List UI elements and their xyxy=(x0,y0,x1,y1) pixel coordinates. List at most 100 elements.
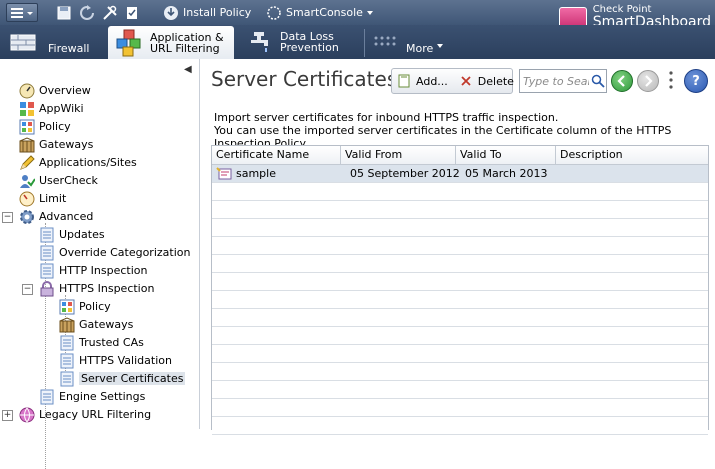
more-dots-icon xyxy=(374,36,396,46)
search-previous-button[interactable] xyxy=(611,70,633,92)
smartconsole-label: SmartConsole xyxy=(286,6,363,19)
collapse-advanced-toggle[interactable]: − xyxy=(2,212,13,223)
column-header-valid-from[interactable]: Valid From xyxy=(341,146,456,164)
tree-item-server-certificates[interactable]: Server Certificates xyxy=(59,370,186,387)
column-header-description[interactable]: Description xyxy=(556,146,708,164)
install-policy-button[interactable]: Install Policy xyxy=(163,3,251,22)
collapse-https-inspection-toggle[interactable]: − xyxy=(22,284,33,295)
tree-item-label: Trusted CAs xyxy=(79,336,144,349)
table-row xyxy=(212,273,708,291)
tree-item-https-inspection[interactable]: HTTPS Inspection xyxy=(39,280,154,297)
help-icon[interactable]: ? xyxy=(684,69,708,93)
add-button-label: Add... xyxy=(416,74,448,88)
arrow-left-icon xyxy=(617,75,625,87)
verify-button[interactable] xyxy=(124,3,140,22)
tree-item-label: Policy xyxy=(39,120,71,133)
refresh-button[interactable] xyxy=(79,3,95,22)
cell-valid-to: 05 March 2013 xyxy=(465,167,548,180)
install-icon xyxy=(164,5,178,20)
table-row xyxy=(212,291,708,309)
gateway-icon xyxy=(19,136,35,152)
table-row xyxy=(212,381,708,399)
policy-icon xyxy=(59,299,75,314)
chevron-down-icon xyxy=(437,44,444,48)
tab-application-url-filtering[interactable]: Application & URL Filtering xyxy=(108,26,234,60)
chevron-down-icon xyxy=(366,10,373,15)
tree-item-legacy-url-filtering[interactable]: Legacy URL Filtering xyxy=(19,406,151,423)
tab-data-loss-prevention[interactable]: Data Loss Prevention xyxy=(248,25,358,59)
column-header-valid-to[interactable]: Valid To xyxy=(456,146,556,164)
search-next-button[interactable] xyxy=(637,70,659,92)
tree-item-override-categorization[interactable]: Override Categorization xyxy=(39,244,190,261)
overview-icon xyxy=(19,83,35,98)
tree-item-updates[interactable]: Updates xyxy=(39,226,105,243)
cell-description xyxy=(561,165,565,183)
tree-item-advanced[interactable]: Advanced xyxy=(19,208,93,225)
search-box xyxy=(519,69,607,93)
delete-x-icon xyxy=(461,76,471,86)
page-title: Server Certificates xyxy=(211,67,398,91)
navigation-tree: ◀ Overview AppWiki Policy Gateways Appli… xyxy=(0,59,200,469)
lock-icon xyxy=(40,280,54,296)
save-button[interactable] xyxy=(56,3,72,22)
smartconsole-menu[interactable]: SmartConsole xyxy=(266,3,374,22)
tree-item-label: Policy xyxy=(79,300,111,313)
tree-item-limit[interactable]: Limit xyxy=(19,190,66,207)
tab-more[interactable]: More xyxy=(372,25,452,59)
tools-button[interactable] xyxy=(102,3,118,22)
table-row xyxy=(212,219,708,237)
tree-item-trusted-cas[interactable]: Trusted CAs xyxy=(59,334,144,351)
usercheck-icon xyxy=(20,174,35,188)
arrow-right-icon xyxy=(645,75,653,87)
table-row xyxy=(212,417,708,435)
gauge-icon xyxy=(19,191,35,206)
table-row xyxy=(212,183,708,201)
add-button[interactable]: Add... xyxy=(392,70,454,92)
tree-item-usercheck[interactable]: UserCheck xyxy=(19,172,98,189)
tree-item-engine-settings[interactable]: Engine Settings xyxy=(39,388,145,405)
column-header-certificate-name[interactable]: Certificate Name xyxy=(212,146,341,164)
action-button-group: Add... Delete xyxy=(391,68,514,94)
cell-certificate-name: sample xyxy=(236,167,276,180)
tree-item-https-validation[interactable]: HTTPS Validation xyxy=(59,352,172,369)
tree-item-applications-sites[interactable]: Applications/Sites xyxy=(19,154,137,171)
top-toolbar: Install Policy SmartConsole Check Point … xyxy=(0,0,715,31)
table-row xyxy=(212,255,708,273)
tree-item-gateways[interactable]: Gateways xyxy=(19,136,93,153)
collapse-panel-button[interactable]: ◀ xyxy=(184,64,192,75)
install-policy-label: Install Policy xyxy=(183,6,252,19)
delete-button[interactable]: Delete xyxy=(454,70,520,92)
tree-item-label: Gateways xyxy=(39,138,94,151)
table-header: Certificate Name Valid From Valid To Des… xyxy=(212,146,708,165)
tab-firewall[interactable]: Firewall xyxy=(10,25,100,59)
table-row xyxy=(212,327,708,345)
search-icon[interactable] xyxy=(591,74,605,88)
add-page-icon xyxy=(398,74,410,88)
table-row xyxy=(212,345,708,363)
tree-item-http-inspection[interactable]: HTTP Inspection xyxy=(39,262,147,279)
table-row[interactable]: sample 05 September 2012 05 March 2013 xyxy=(212,165,708,183)
more-options-icon[interactable] xyxy=(669,71,673,89)
search-input[interactable] xyxy=(520,73,591,89)
expand-legacy-url-filtering-toggle[interactable]: + xyxy=(2,410,13,421)
tab-dlp-label-2: Prevention xyxy=(280,41,339,54)
table-row xyxy=(212,399,708,417)
tree-item-overview[interactable]: Overview xyxy=(19,82,91,99)
tree-item-https-policy[interactable]: Policy xyxy=(59,298,111,315)
tree-item-appwiki[interactable]: AppWiki xyxy=(19,100,84,117)
tree-item-https-gateways[interactable]: Gateways xyxy=(59,316,133,333)
tree-item-label: Applications/Sites xyxy=(39,156,137,169)
menu-icon xyxy=(11,8,33,18)
delete-button-label: Delete xyxy=(477,74,514,88)
tab-app-label-2: URL Filtering xyxy=(150,42,220,55)
main-menu-button[interactable] xyxy=(6,3,38,22)
tree-item-policy[interactable]: Policy xyxy=(19,118,71,135)
tab-firewall-label: Firewall xyxy=(48,41,90,55)
page-icon xyxy=(60,335,74,350)
table-row xyxy=(212,363,708,381)
main-content: Server Certificates Add... Delete ? Impo… xyxy=(200,59,715,435)
gear-icon xyxy=(20,209,34,224)
tree-item-label: UserCheck xyxy=(39,174,98,187)
appwiki-blocks-icon xyxy=(20,101,34,116)
smartconsole-icon xyxy=(267,5,281,20)
